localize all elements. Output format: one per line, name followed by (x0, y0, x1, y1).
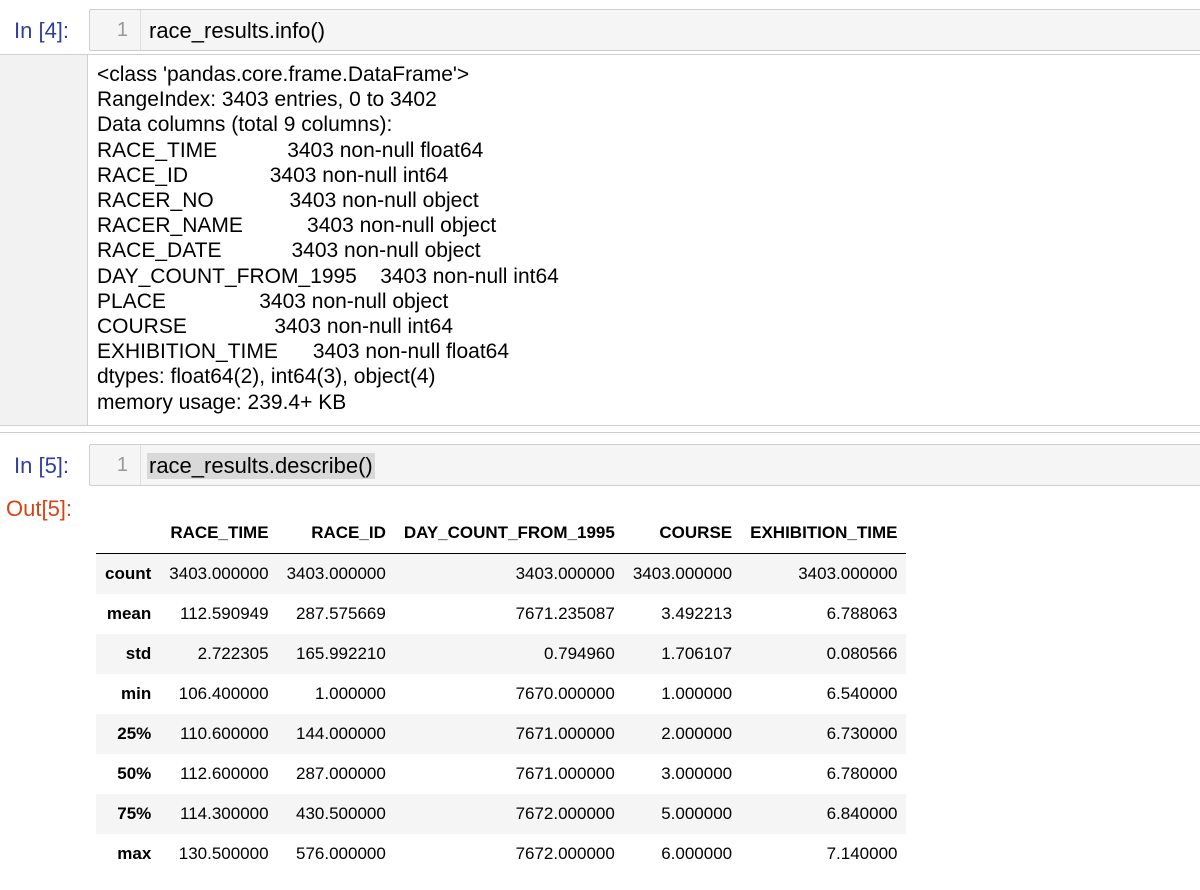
table-row: 25% 110.600000 144.000000 7671.000000 2.0000… (96, 714, 907, 754)
table-cell: 144.000000 (296, 724, 386, 743)
cell-separator (0, 432, 1200, 433)
table-row: min 106.400000 1.000000 7670.000000 1.000000… (96, 674, 907, 714)
table-cell: 7670.000000 (515, 684, 615, 703)
output-line: RACE_DATE 3403 non-null object (97, 239, 481, 263)
table-cell: 130.500000 (178, 844, 269, 863)
table-cell: 287.000000 (296, 764, 386, 783)
output-line: RACER_NAME 3403 non-null object (97, 214, 497, 238)
table-cell: 3.492213 (661, 604, 733, 623)
table-row: max 130.500000 576.000000 7672.000000 6.0000… (96, 834, 907, 874)
code-line[interactable]: race_results.info() (149, 18, 325, 44)
table-cell: 112.600000 (180, 764, 269, 783)
column-header: EXHIBITION_TIME (741, 513, 907, 554)
table-row: count 3403.000000 3403.000000 3403.000000 34… (96, 553, 907, 594)
cell-4-in-prompt: In [4]: (14, 18, 70, 43)
output-line: Data columns (total 9 columns): (97, 113, 393, 137)
cell-5-out-prompt: Out[5]: (6, 496, 73, 521)
table-cell: 6.000000 (661, 844, 733, 863)
output-line: RangeIndex: 3403 entries, 0 to 3402 (97, 88, 437, 112)
table-cell: 430.500000 (296, 804, 386, 823)
table-cell: 7671.000000 (515, 724, 615, 743)
output-line: COURSE 3403 non-null int64 (97, 315, 454, 339)
table-cell: 6.788063 (826, 604, 898, 623)
column-header: RACE_ID (277, 513, 395, 554)
column-header: DAY_COUNT_FROM_1995 (394, 513, 624, 554)
row-label: 25% (117, 724, 152, 743)
table-cell: 3403.000000 (632, 564, 733, 583)
table-cell: 2.722305 (197, 644, 269, 663)
cell-5-code-input[interactable]: 1 race_results.describe() (89, 444, 1200, 486)
column-header: COURSE (623, 513, 742, 554)
table-cell: 6.780000 (826, 764, 898, 783)
table-cell: 114.300000 (180, 804, 269, 823)
row-label: max (117, 844, 152, 863)
row-label: mean (106, 604, 152, 623)
output-collapse-area[interactable] (0, 54, 88, 426)
table-cell: 7672.000000 (515, 844, 615, 863)
code-line-selected[interactable]: race_results.describe() (147, 453, 375, 479)
table-cell: 5.000000 (661, 804, 733, 823)
output-line: RACER_NO 3403 non-null object (97, 189, 479, 213)
table-row: std 2.722305 165.992210 0.794960 1.706107 0.0… (96, 634, 907, 674)
table-cell: 106.400000 (178, 684, 269, 703)
row-label: std (125, 644, 152, 663)
row-label: 50% (117, 764, 152, 783)
output-line: dtypes: float64(2), int64(3), object(4) (97, 365, 436, 389)
line-number: 1 (116, 454, 128, 476)
table-cell: 3.000000 (661, 764, 733, 783)
table-cell: 1.000000 (314, 684, 386, 703)
info-output-text: <class 'pandas.core.frame.DataFrame'> Ran… (97, 62, 559, 415)
row-label: count (105, 564, 152, 583)
table-cell: 0.794960 (543, 644, 615, 663)
table-header-row: RACE_TIME RACE_ID DAY_COUNT_FROM_1995 COURS… (96, 513, 907, 554)
table-cell: 112.590949 (180, 604, 269, 623)
output-line: RACE_ID 3403 non-null int64 (97, 163, 449, 187)
table-row: 50% 112.600000 287.000000 7671.000000 3.0000… (96, 754, 907, 794)
output-line: PLACE 3403 non-null object (97, 289, 449, 313)
table-cell: 165.992210 (296, 644, 386, 663)
output-line: RACE_TIME 3403 non-null float64 (97, 138, 484, 162)
table-cell: 287.575669 (296, 604, 386, 623)
table-cell: 7672.000000 (515, 804, 615, 823)
table-cell: 1.000000 (661, 684, 733, 703)
column-header: RACE_TIME (160, 513, 278, 554)
output-line: memory usage: 239.4+ KB (97, 390, 347, 414)
table-cell: 576.000000 (296, 844, 386, 863)
table-cell: 3403.000000 (286, 564, 386, 583)
cell-4-code-input[interactable]: 1 race_results.info() (89, 9, 1200, 51)
table-cell: 2.000000 (661, 724, 733, 743)
table-cell: 110.600000 (180, 724, 269, 743)
row-label: 75% (117, 804, 152, 823)
table-cell: 7671.235087 (515, 604, 615, 623)
table-row: 75% 114.300000 430.500000 7672.000000 5.0000… (96, 794, 907, 834)
table-cell: 7671.000000 (515, 764, 615, 783)
index-header (96, 513, 161, 554)
describe-table: RACE_TIME RACE_ID DAY_COUNT_FROM_1995 COURS… (96, 513, 907, 874)
cell-5-in-prompt: In [5]: (14, 453, 70, 478)
output-line: EXHIBITION_TIME 3403 non-null float64 (97, 340, 510, 364)
table-row: mean 112.590949 287.575669 7671.235087 3.492… (96, 594, 907, 634)
output-line: <class 'pandas.core.frame.DataFrame'> (97, 63, 470, 86)
table-cell: 7.140000 (826, 844, 898, 863)
row-label: min (121, 684, 152, 703)
table-cell: 1.706107 (661, 644, 733, 663)
table-cell: 6.730000 (826, 724, 898, 743)
table-cell: 0.080566 (826, 644, 898, 663)
output-line: DAY_COUNT_FROM_1995 3403 non-null int64 (97, 264, 559, 288)
table-cell: 6.540000 (826, 684, 898, 703)
table-cell: 3403.000000 (798, 564, 898, 583)
table-cell: 6.840000 (826, 804, 898, 823)
line-number: 1 (116, 19, 128, 41)
table-cell: 3403.000000 (169, 564, 269, 583)
table-cell: 3403.000000 (515, 564, 615, 583)
